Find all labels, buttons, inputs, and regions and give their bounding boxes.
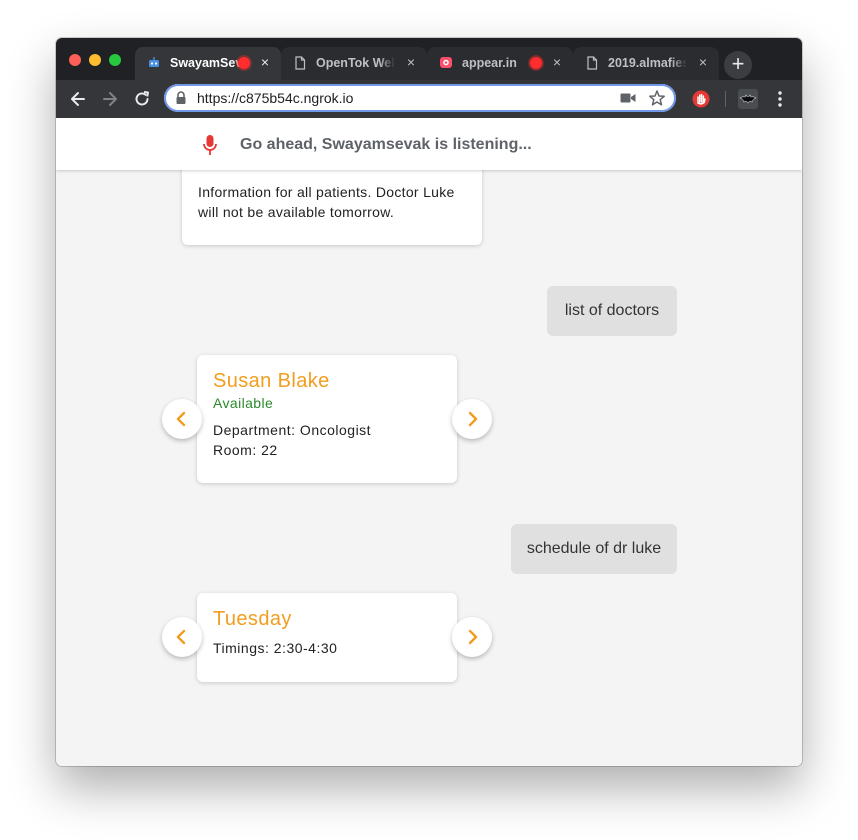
back-arrow-icon[interactable] bbox=[68, 89, 88, 109]
camera-icon[interactable] bbox=[620, 92, 636, 104]
minimize-window-button[interactable] bbox=[89, 54, 101, 66]
tab-almafiesta[interactable]: 2019.almafiesta × bbox=[573, 47, 719, 80]
more-menu-icon[interactable] bbox=[772, 89, 788, 109]
robot-icon bbox=[149, 57, 159, 67]
url-text[interactable]: https://c875b54c.ngrok.io bbox=[197, 90, 353, 106]
close-window-button[interactable] bbox=[69, 54, 81, 66]
listening-bar: Go ahead, Swayamsevak is listening... bbox=[56, 118, 802, 170]
carousel-next-button[interactable] bbox=[452, 399, 492, 439]
close-tab-icon[interactable]: × bbox=[403, 54, 419, 70]
doctor-name: Susan Blake bbox=[213, 370, 330, 392]
info-card: ❞❞ Information for all patients. Doctor … bbox=[182, 170, 482, 245]
tab-appearin[interactable]: appear.in × bbox=[427, 47, 573, 80]
recording-indicator-icon bbox=[530, 57, 542, 69]
schedule-timings: Timings: 2:30-4:30 bbox=[213, 640, 338, 656]
info-card-text: Information for all patients. Doctor Luk… bbox=[198, 184, 455, 220]
listening-status-text: Go ahead, Swayamsevak is listening... bbox=[240, 136, 532, 153]
chat-area[interactable]: ❞❞ Information for all patients. Doctor … bbox=[56, 170, 802, 766]
stop-hand-extension-icon[interactable] bbox=[692, 90, 710, 108]
doctor-card: Susan Blake Available Department: Oncolo… bbox=[197, 355, 457, 483]
tab-opentok[interactable]: OpenTok Web × bbox=[281, 47, 427, 80]
carousel-prev-button[interactable] bbox=[162, 399, 202, 439]
carousel-next-button[interactable] bbox=[452, 617, 492, 657]
schedule-card: Tuesday Timings: 2:30-4:30 bbox=[197, 593, 457, 682]
reload-icon[interactable] bbox=[132, 89, 152, 109]
address-bar[interactable]: https://c875b54c.ngrok.io bbox=[164, 84, 676, 112]
appearin-icon bbox=[440, 57, 452, 68]
doctor-department: Department: Oncologist bbox=[213, 422, 372, 438]
lock-icon bbox=[176, 91, 186, 104]
tab-strip: SwayamSevak × OpenTok Web × appear.in × bbox=[56, 38, 802, 80]
page-icon bbox=[587, 56, 598, 70]
chevron-right-icon bbox=[468, 411, 478, 427]
schedule-day: Tuesday bbox=[213, 608, 292, 630]
new-tab-button[interactable]: + bbox=[724, 51, 752, 79]
doctor-room: Room: 22 bbox=[213, 442, 278, 458]
user-message: list of doctors bbox=[547, 286, 677, 336]
browser-toolbar: https://c875b54c.ngrok.io bbox=[56, 80, 802, 118]
availability-status: Available bbox=[213, 395, 274, 411]
recording-indicator-icon bbox=[238, 57, 250, 69]
page-icon bbox=[295, 56, 306, 70]
browser-window: SwayamSevak × OpenTok Web × appear.in × bbox=[56, 38, 802, 766]
bookmark-star-icon[interactable] bbox=[648, 89, 666, 107]
batman-extension-icon[interactable] bbox=[738, 89, 758, 109]
forward-arrow-icon[interactable] bbox=[100, 89, 120, 109]
tab-swayamsevak[interactable]: SwayamSevak × bbox=[135, 47, 281, 80]
toolbar-divider bbox=[725, 91, 726, 107]
close-tab-icon[interactable]: × bbox=[695, 54, 711, 70]
maximize-window-button[interactable] bbox=[109, 54, 121, 66]
chevron-left-icon bbox=[176, 411, 186, 427]
chevron-right-icon bbox=[468, 629, 478, 645]
carousel-prev-button[interactable] bbox=[162, 617, 202, 657]
microphone-icon[interactable] bbox=[202, 134, 218, 156]
close-tab-icon[interactable]: × bbox=[549, 54, 565, 70]
close-tab-icon[interactable]: × bbox=[257, 54, 273, 70]
chevron-left-icon bbox=[176, 629, 186, 645]
user-message: schedule of dr luke bbox=[511, 524, 677, 574]
